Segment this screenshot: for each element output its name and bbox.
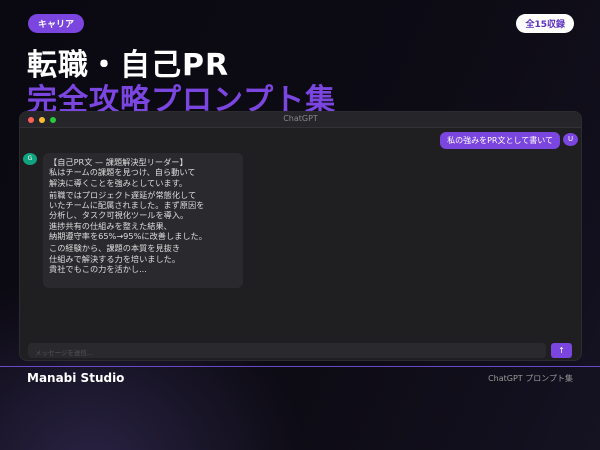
- count-badge: 全15収録: [516, 14, 574, 33]
- user-avatar: U: [563, 133, 578, 146]
- assistant-line: いたチームに配属されました。まず原因を: [49, 200, 205, 211]
- assistant-paragraph: 【自己PR文 — 課題解決型リーダー】 私はチームの課題を見つけ、自ら動いて 解決に…: [49, 157, 237, 188]
- assistant-line: 貴社でもこの力を活かし...: [49, 263, 147, 274]
- assistant-line: 進捗共有の仕組みを整えた結果、: [49, 220, 172, 231]
- user-message: 私の強みをPR文として書いて: [440, 132, 560, 149]
- title-bar: ChatGPT: [20, 112, 581, 128]
- assistant-line: 分析し、タスク可視化ツールを導入。: [49, 210, 189, 221]
- assistant-line: 【自己PR文 — 課題解決型リーダー】: [49, 157, 188, 167]
- assistant-paragraph: 前職ではプロジェクト遅延が常態化して いたチームに配属されました。まず原因を 分析し…: [49, 190, 237, 241]
- assistant-line: 納期遵守率を65%→95%に改善しました。: [49, 231, 207, 242]
- assistant-message: 【自己PR文 — 課題解決型リーダー】 私はチームの課題を見つけ、自ら動いて 解決に…: [43, 153, 243, 288]
- send-button[interactable]: ↑: [551, 343, 572, 358]
- assistant-line: 前職ではプロジェクト遅延が常態化して: [49, 189, 197, 200]
- assistant-line: 私はチームの課題を見つけ、自ら動いて: [49, 167, 196, 178]
- assistant-avatar: G: [23, 153, 37, 165]
- category-tag: キャリア: [28, 14, 85, 33]
- assistant-line: 仕組みで解決する力を培いました。: [49, 253, 181, 264]
- assistant-paragraph: この経験から、課題の本質を見抜き 仕組みで解決する力を培いました。 貴社でもこの力を…: [49, 243, 237, 274]
- assistant-line: 解決に導くことを強みとしています。: [49, 177, 188, 188]
- assistant-line: この経験から、課題の本質を見抜き: [49, 243, 181, 254]
- footer-subtitle: ChatGPT プロンプト集: [488, 374, 573, 383]
- message-input[interactable]: メッセージを送信...: [28, 343, 546, 358]
- brand-name: Manabi Studio: [27, 371, 125, 385]
- footer-divider: [0, 366, 600, 367]
- window-title: ChatGPT: [283, 114, 318, 123]
- chat-window: ChatGPT 私の強みをPR文として書いて U G 【自己PR文 — 課題解決…: [19, 111, 582, 361]
